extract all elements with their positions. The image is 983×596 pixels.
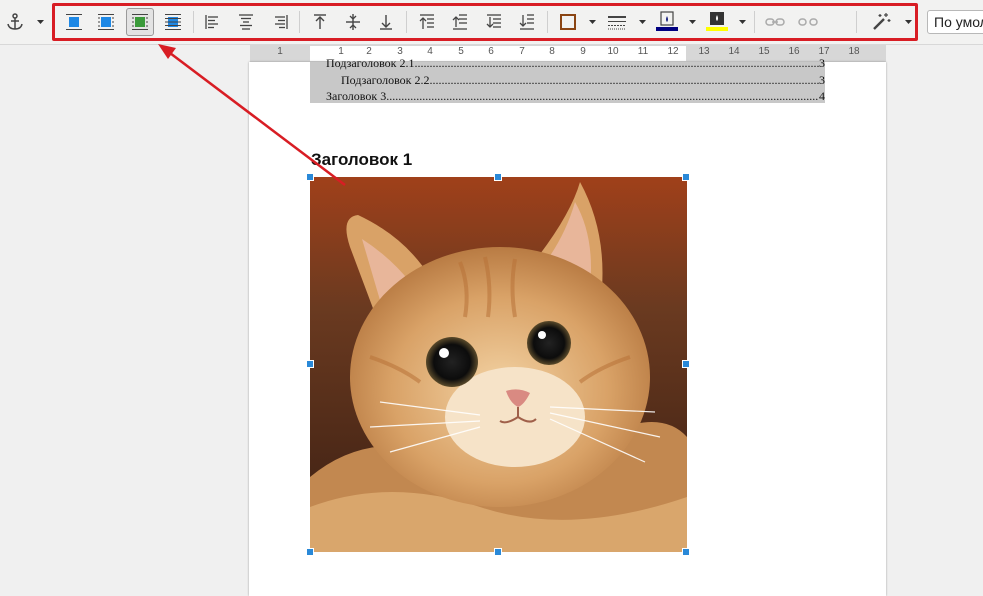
resize-handle-bottom-right[interactable]: [682, 548, 690, 556]
toc-entry-text: Подзаголовок 2.1: [326, 56, 415, 70]
toc-dots: [430, 73, 819, 87]
toc-dots: [386, 89, 819, 103]
ruler-number: 18: [848, 46, 860, 57]
resize-handle-bottom-left[interactable]: [306, 548, 314, 556]
document-heading: Заголовок 1: [311, 150, 413, 169]
resize-handle-bottom[interactable]: [494, 548, 502, 556]
resize-handle-top-left[interactable]: [306, 173, 314, 181]
resize-handle-right[interactable]: [682, 360, 690, 368]
anchor-dropdown[interactable]: [35, 15, 45, 29]
toc-entry-page: 3: [819, 73, 825, 87]
frame-toolbar: По умол: [0, 0, 983, 45]
ruler-number: 1: [277, 46, 283, 57]
resize-handle-top-right[interactable]: [682, 173, 690, 181]
highlight-box: [52, 3, 918, 41]
toc-entry-page: 3: [819, 56, 825, 70]
style-combobox[interactable]: По умол: [927, 10, 983, 34]
table-of-contents: Подзаголовок 2.1 3 Подзаголовок 2.2 3 Заго…: [310, 56, 825, 103]
toc-entry-text: Подзаголовок 2.2: [341, 73, 430, 87]
toc-entry[interactable]: Подзаголовок 2.2 3: [310, 73, 825, 87]
resize-handle-top[interactable]: [494, 173, 502, 181]
resize-handle-left[interactable]: [306, 360, 314, 368]
toc-entry[interactable]: Заголовок 3 4: [310, 89, 825, 103]
toc-entry-page: 4: [819, 89, 825, 103]
cat-image[interactable]: [310, 177, 687, 552]
toc-entry-text: Заголовок 3: [326, 89, 387, 103]
chevron-down-icon: [36, 19, 44, 24]
anchor-icon: [7, 13, 23, 30]
cat-illustration: [310, 177, 687, 552]
toc-entry[interactable]: Подзаголовок 2.1 3: [310, 56, 825, 70]
toc-dots: [415, 56, 819, 70]
anchor-button[interactable]: [1, 8, 29, 36]
